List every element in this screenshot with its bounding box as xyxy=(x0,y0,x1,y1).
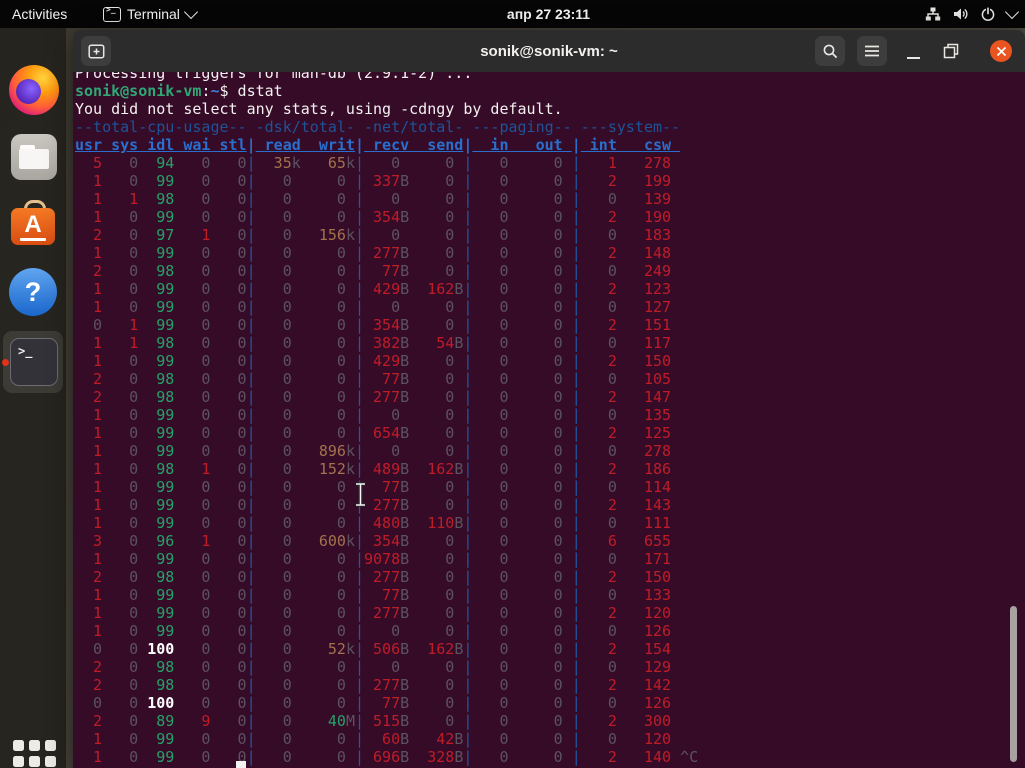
terminal-block-cursor xyxy=(236,761,246,768)
terminal-line: 1 0 99 0 0| 0 0 | 77B 0 | 0 0 | 0 114 xyxy=(75,478,698,496)
volume-icon xyxy=(952,6,969,22)
app-menu-label: Terminal xyxy=(127,6,180,22)
terminal-line: 1 0 99 0 0| 0 0 | 277B 0 | 0 0 | 2 120 xyxy=(75,604,698,622)
dock: A ? >_ xyxy=(0,28,66,768)
terminal-line: 0 0 100 0 0| 0 0 | 77B 0 | 0 0 | 0 126 xyxy=(75,694,698,712)
dock-item-firefox[interactable] xyxy=(9,65,57,113)
ubuntu-software-icon: A xyxy=(9,199,57,247)
files-icon xyxy=(11,134,57,180)
chevron-down-icon xyxy=(1005,5,1019,19)
terminal-line: 2 0 98 0 0| 0 0 | 77B 0 | 0 0 | 0 105 xyxy=(75,370,698,388)
terminal-line: 1 0 99 0 0| 0 0 | 354B 0 | 0 0 | 2 190 xyxy=(75,208,698,226)
terminal-line: 1 0 99 0 0| 0 0 | 277B 0 | 0 0 | 2 143 xyxy=(75,496,698,514)
terminal-line: 1 0 99 0 0| 0 0 | 0 0 | 0 0 | 0 127 xyxy=(75,298,698,316)
network-icon xyxy=(925,6,941,22)
terminal-line: 0 1 99 0 0| 0 0 | 354B 0 | 0 0 | 2 151 xyxy=(75,316,698,334)
dock-item-terminal[interactable]: >_ xyxy=(10,338,58,386)
terminal-line: 1 0 99 0 0| 0 0 | 480B 110B| 0 0 | 0 111 xyxy=(75,514,698,532)
terminal-line: 1 0 99 0 0| 0 0 | 696B 328B| 0 0 | 2 140… xyxy=(75,748,698,766)
new-tab-button[interactable] xyxy=(81,36,111,66)
terminal-window: sonik@sonik-vm: ~ xyxy=(73,30,1025,768)
minimize-button[interactable] xyxy=(905,43,921,59)
minimize-icon xyxy=(907,57,920,59)
app-menu-button[interactable]: >_ Terminal xyxy=(103,0,196,28)
hamburger-menu-icon xyxy=(864,45,880,57)
terminal-output: Processing triggers for man-db (2.9.1-2)… xyxy=(75,72,698,766)
headerbar[interactable]: sonik@sonik-vm: ~ xyxy=(73,30,1025,72)
terminal-line: 1 0 98 1 0| 0 152k| 489B 162B| 0 0 | 2 1… xyxy=(75,460,698,478)
terminal-line: 1 0 99 0 0| 0 0 | 429B 0 | 0 0 | 2 150 xyxy=(75,352,698,370)
dock-item-ubuntu-software[interactable]: A xyxy=(9,199,57,247)
help-icon: ? xyxy=(9,268,57,316)
terminal-scrollbar[interactable] xyxy=(1010,606,1017,762)
terminal-line: Processing triggers for man-db (2.9.1-2)… xyxy=(75,72,698,82)
clock-label: апр 27 23:11 xyxy=(507,6,590,22)
dock-item-files[interactable] xyxy=(11,134,59,182)
terminal-line: 2 0 98 0 0| 0 0 | 0 0 | 0 0 | 0 129 xyxy=(75,658,698,676)
restore-button[interactable] xyxy=(943,43,959,59)
terminal-line: 2 0 98 0 0| 0 0 | 277B 0 | 0 0 | 2 147 xyxy=(75,388,698,406)
system-status-area[interactable] xyxy=(925,0,1017,28)
chevron-down-icon xyxy=(184,5,198,19)
terminal-line: 2 0 98 0 0| 0 0 | 277B 0 | 0 0 | 2 150 xyxy=(75,568,698,586)
terminal-line: 3 0 96 1 0| 0 600k| 354B 0 | 0 0 | 6 655 xyxy=(75,532,698,550)
terminal-line: 1 0 99 0 0| 0 0 | 77B 0 | 0 0 | 0 133 xyxy=(75,586,698,604)
close-icon xyxy=(996,46,1007,57)
desktop: Activities >_ Terminal апр 27 23:11 xyxy=(0,0,1025,768)
new-tab-icon xyxy=(88,44,105,59)
top-bar: Activities >_ Terminal апр 27 23:11 xyxy=(0,0,1025,28)
terminal-line: 1 0 99 0 0| 0 0 | 654B 0 | 0 0 | 2 125 xyxy=(75,424,698,442)
terminal-line: 2 0 89 9 0| 0 40M| 515B 0 | 0 0 | 2 300 xyxy=(75,712,698,730)
text-cursor-pointer xyxy=(353,482,368,507)
close-button[interactable] xyxy=(990,40,1012,62)
terminal-line: 2 0 98 0 0| 0 0 | 77B 0 | 0 0 | 0 249 xyxy=(75,262,698,280)
terminal-line: 1 0 99 0 0| 0 0 | 0 0 | 0 0 | 0 126 xyxy=(75,622,698,640)
dock-item-help[interactable]: ? xyxy=(9,268,57,316)
menu-button[interactable] xyxy=(857,36,887,66)
terminal-line: 1 0 99 0 0| 0 0 | 0 0 | 0 0 | 0 135 xyxy=(75,406,698,424)
terminal-icon: >_ xyxy=(10,338,58,386)
terminal-line: 1 0 99 0 0| 0 0 | 429B 162B| 0 0 | 2 123 xyxy=(75,280,698,298)
restore-icon xyxy=(943,43,959,59)
firefox-icon xyxy=(9,65,59,115)
power-icon xyxy=(980,6,996,22)
running-indicator-dot xyxy=(2,359,9,366)
terminal-viewport[interactable]: Processing triggers for man-db (2.9.1-2)… xyxy=(73,72,1025,768)
terminal-line: 2 0 98 0 0| 0 0 | 277B 0 | 0 0 | 2 142 xyxy=(75,676,698,694)
activities-button[interactable]: Activities xyxy=(12,0,67,28)
search-button[interactable] xyxy=(815,36,845,66)
terminal-line: 0 0 100 0 0| 0 52k| 506B 162B| 0 0 | 2 1… xyxy=(75,640,698,658)
terminal-line: 1 0 99 0 0| 0 0 |9078B 0 | 0 0 | 0 171 xyxy=(75,550,698,568)
terminal-line: --total-cpu-usage-- -dsk/total- -net/tot… xyxy=(75,118,698,136)
terminal-line: 1 0 99 0 0| 0 0 | 337B 0 | 0 0 | 2 199 xyxy=(75,172,698,190)
terminal-line: 1 1 98 0 0| 0 0 | 0 0 | 0 0 | 0 139 xyxy=(75,190,698,208)
terminal-line: You did not select any stats, using -cdn… xyxy=(75,100,698,118)
terminal-line: 1 0 99 0 0| 0 0 | 277B 0 | 0 0 | 2 148 xyxy=(75,244,698,262)
terminal-line: sonik@sonik-vm:~$ dstat xyxy=(75,82,698,100)
terminal-line: 2 0 97 1 0| 0 156k| 0 0 | 0 0 | 0 183 xyxy=(75,226,698,244)
search-icon xyxy=(822,43,839,60)
terminal-line: 5 0 94 0 0| 35k 65k| 0 0 | 0 0 | 1 278 xyxy=(75,154,698,172)
terminal-line: 1 0 99 0 0| 0 896k| 0 0 | 0 0 | 0 278 xyxy=(75,442,698,460)
terminal-app-icon: >_ xyxy=(103,7,121,22)
terminal-line: 1 0 99 0 0| 0 0 | 60B 42B| 0 0 | 0 120 xyxy=(75,730,698,748)
terminal-line: usr sys idl wai stl| read writ| recv sen… xyxy=(75,136,698,154)
terminal-line: 1 1 98 0 0| 0 0 | 382B 54B| 0 0 | 0 117 xyxy=(75,334,698,352)
clock-button[interactable]: апр 27 23:11 xyxy=(507,0,590,28)
activities-label: Activities xyxy=(12,6,67,22)
show-applications-button[interactable] xyxy=(13,740,56,768)
